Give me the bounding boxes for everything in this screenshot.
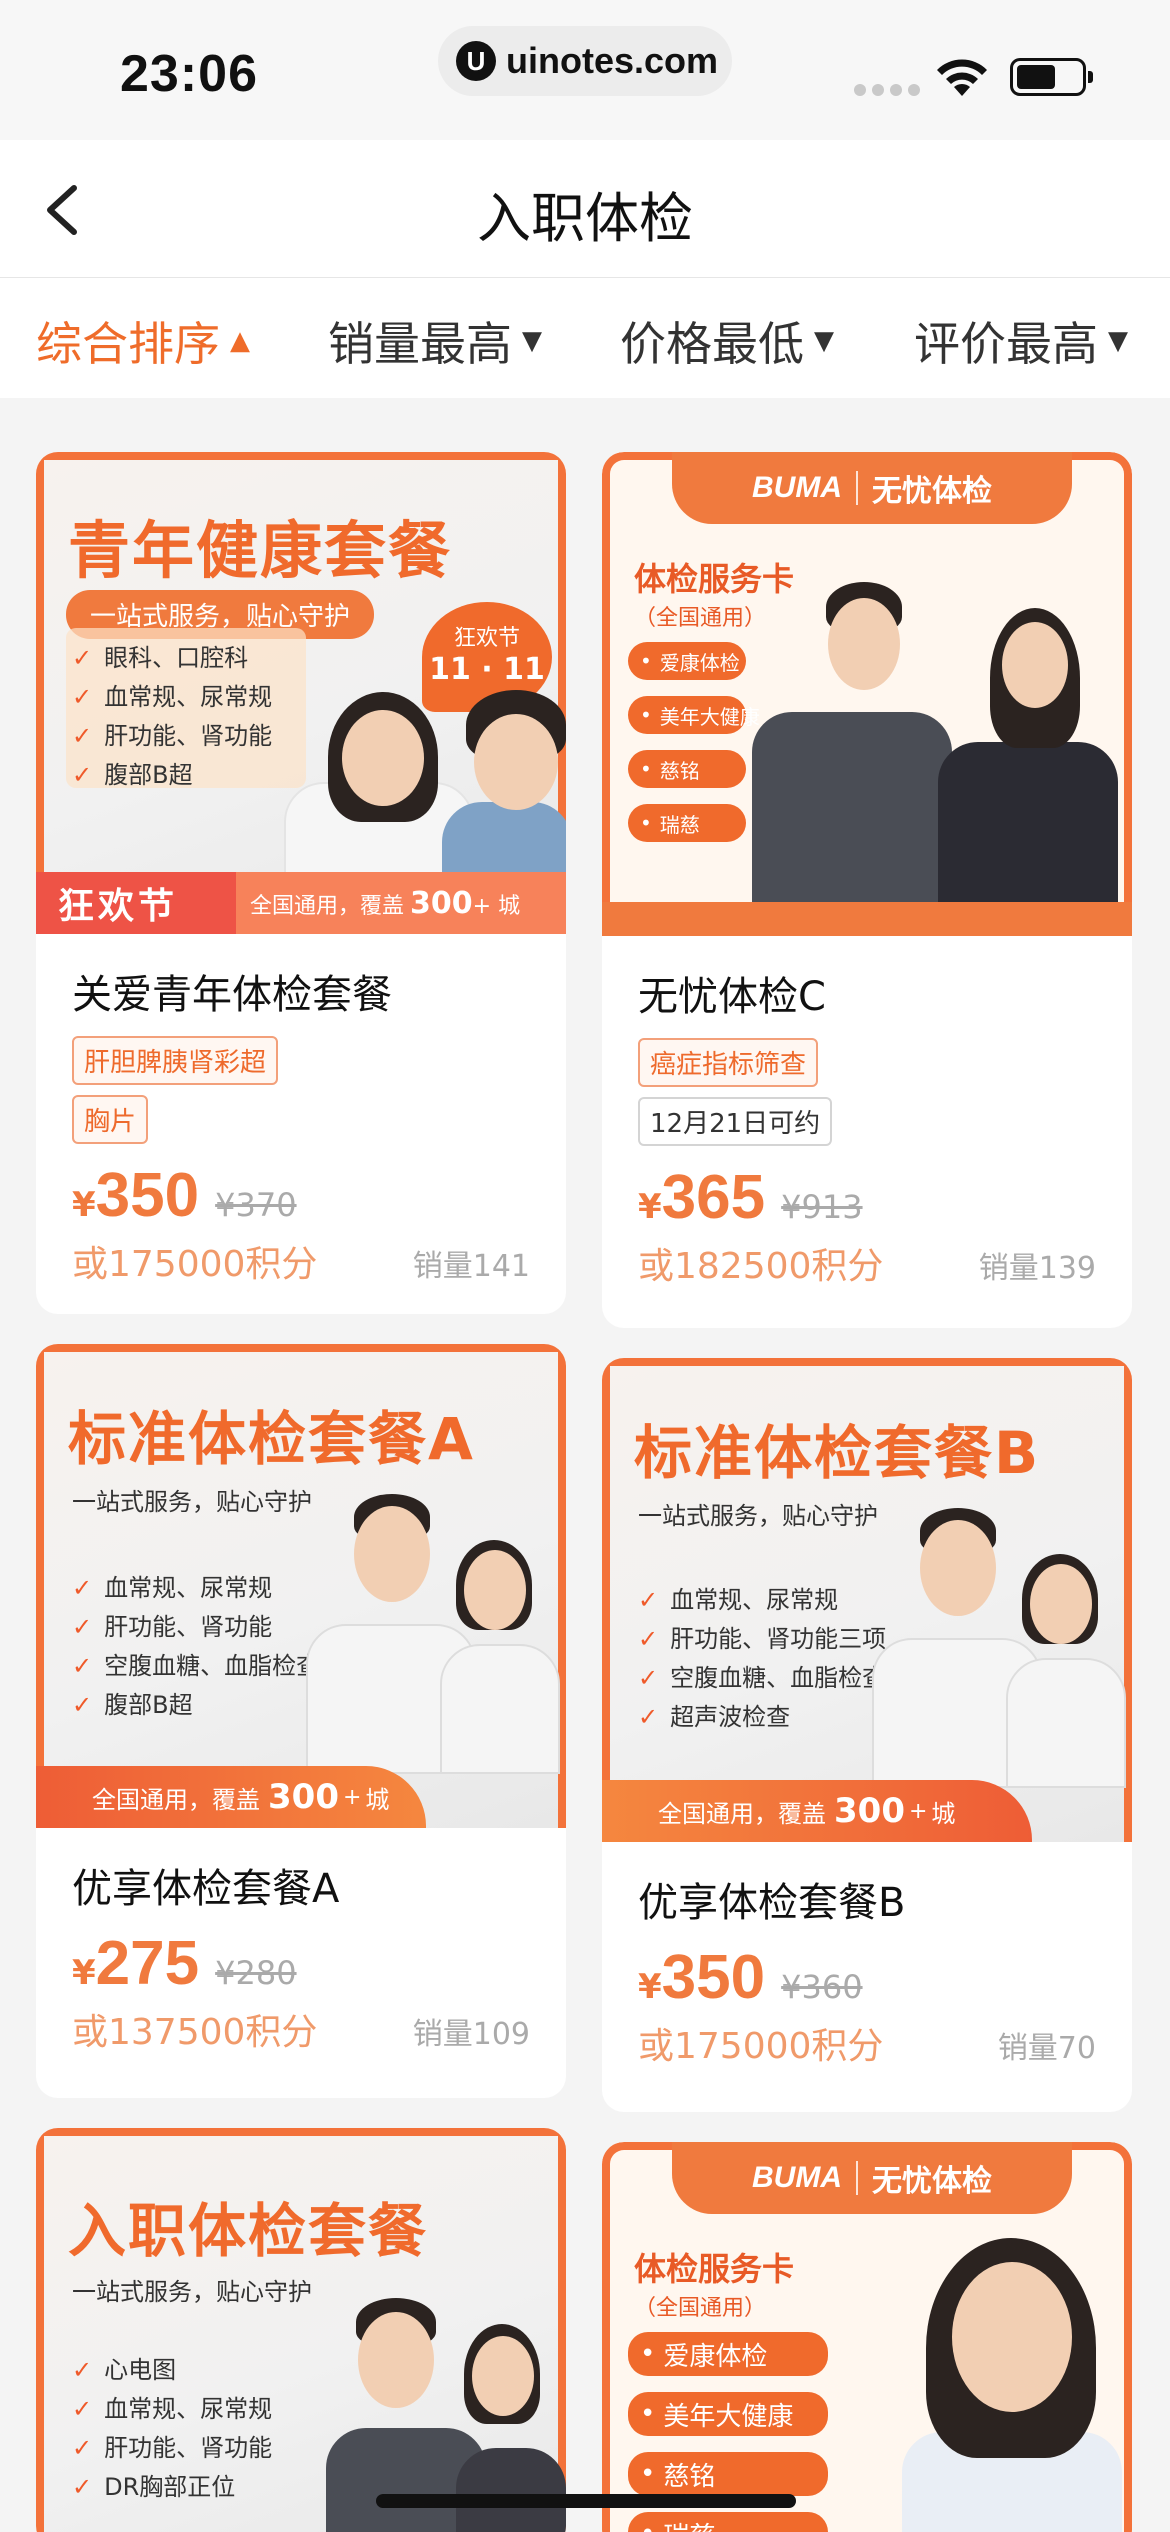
banner-title: 入职体检套餐 bbox=[68, 2197, 429, 2265]
currency-symbol: ¥ bbox=[638, 1967, 662, 2007]
product-banner-image: 标准体检套餐B 一站式服务，贴心守护 血常规、尿常规 肝功能、肾功能三项 空腹血… bbox=[602, 1358, 1132, 1842]
product-price: 275 bbox=[95, 1929, 200, 1998]
product-banner-image: 入职体检套餐 一站式服务，贴心守护 心电图 血常规、尿常规 肝功能、肾功能 DR… bbox=[36, 2128, 566, 2532]
original-price: ¥360 bbox=[781, 1968, 863, 2006]
currency-symbol: ¥ bbox=[638, 1187, 662, 1227]
url-pill[interactable]: U uinotes.com bbox=[438, 26, 732, 96]
product-card[interactable]: 标准体检套餐B 一站式服务，贴心守护 血常规、尿常规 肝功能、肾功能三项 空腹血… bbox=[602, 1358, 1132, 2112]
product-name: 优享体检套餐A bbox=[72, 1866, 340, 1912]
product-card[interactable]: 青年健康套餐 一站式服务，贴心守护 眼科、口腔科 血常规、尿常规 肝功能、肾功能… bbox=[36, 452, 566, 1314]
points-price: 或182500积分 bbox=[638, 1246, 884, 1287]
sort-label: 价格最低 bbox=[620, 317, 804, 371]
banner-title: 标准体检套餐B bbox=[634, 1419, 1041, 1487]
banner-list: 心电图 血常规、尿常规 肝功能、肾功能 DR胸部正位 bbox=[72, 2350, 272, 2506]
banner-list: 血常规、尿常规 肝功能、肾功能 空腹血糖、血脂检查 腹部B超 bbox=[72, 1568, 320, 1724]
product-card[interactable]: 入职体检套餐 一站式服务，贴心守护 心电图 血常规、尿常规 肝功能、肾功能 DR… bbox=[36, 2128, 566, 2532]
sort-rating[interactable]: 评价最高 ▼ bbox=[914, 308, 1128, 374]
feature-tag: 癌症指标筛查 bbox=[638, 1038, 819, 1087]
banner-subtitle: （全国通用） bbox=[634, 2296, 767, 2321]
caret-down-icon: ▼ bbox=[522, 326, 542, 356]
status-time: 23:06 bbox=[120, 45, 258, 103]
banner-subtitle: 一站式服务，贴心守护 bbox=[72, 1488, 312, 1516]
url-text: uinotes.com bbox=[506, 40, 719, 81]
product-banner-image: BUMA 无忧体检 体检服务卡 （全国通用） 爱康体检 美年大健康 慈铭 瑞慈 bbox=[602, 2142, 1132, 2532]
caret-up-icon: ▲ bbox=[230, 326, 250, 356]
product-name: 关爱青年体检套餐 bbox=[72, 972, 392, 1018]
sort-bar: 综合排序 ▲ 销量最高 ▼ 价格最低 ▼ 评价最高 ▼ bbox=[0, 278, 1170, 398]
product-card[interactable]: 标准体检套餐A 一站式服务，贴心守护 血常规、尿常规 肝功能、肾功能 空腹血糖、… bbox=[36, 1344, 566, 2098]
buma-header: BUMA 无忧体检 bbox=[672, 452, 1072, 524]
buma-logo: BUMA bbox=[752, 2161, 842, 2194]
sales-count: 销量70 bbox=[997, 2031, 1096, 2066]
coverage-ribbon: 全国通用，覆盖 300 + 城 bbox=[36, 1766, 426, 1828]
wifi-icon bbox=[937, 59, 987, 96]
points-price: 或137500积分 bbox=[72, 2012, 318, 2053]
sort-sales[interactable]: 销量最高 ▼ bbox=[328, 308, 542, 374]
currency-symbol: ¥ bbox=[72, 1185, 96, 1225]
buma-header: BUMA 无忧体检 bbox=[672, 2142, 1072, 2214]
product-banner-image: 青年健康套餐 一站式服务，贴心守护 眼科、口腔科 血常规、尿常规 肝功能、肾功能… bbox=[36, 452, 566, 934]
product-name: 优享体检套餐B bbox=[638, 1880, 906, 1926]
banner-title: 青年健康套餐 bbox=[68, 514, 453, 587]
currency-symbol: ¥ bbox=[72, 1953, 96, 1993]
product-price: 350 bbox=[661, 1943, 766, 2012]
caret-down-icon: ▼ bbox=[1108, 326, 1128, 356]
feature-tag: 肝胆脾胰肾彩超 bbox=[72, 1036, 279, 1085]
banner-subtitle: 一站式服务，贴心守护 bbox=[72, 2278, 312, 2306]
banner-title: 标准体检套餐A bbox=[68, 1405, 475, 1473]
banner-title: 体检服务卡 bbox=[634, 560, 795, 598]
sort-comprehensive[interactable]: 综合排序 ▲ bbox=[36, 308, 250, 374]
banner-title: 体检服务卡 bbox=[634, 2250, 795, 2288]
banner-subtitle: （全国通用） bbox=[634, 606, 767, 631]
product-name: 无忧体检C bbox=[638, 974, 826, 1020]
sales-count: 销量141 bbox=[412, 1249, 530, 1284]
product-price: 365 bbox=[661, 1163, 766, 1232]
status-bar: 23:06 U uinotes.com bbox=[0, 0, 1170, 140]
product-price: 350 bbox=[95, 1161, 200, 1230]
sort-price[interactable]: 价格最低 ▼ bbox=[620, 308, 834, 374]
banner-list: 眼科、口腔科 血常规、尿常规 肝功能、肾功能 腹部B超 bbox=[72, 638, 272, 794]
original-price: ¥280 bbox=[215, 1954, 297, 1992]
coverage-ribbon: 全国通用，覆盖 300 + 城 bbox=[602, 1780, 1032, 1842]
feature-tag: 胸片 bbox=[72, 1095, 149, 1144]
product-banner-image: BUMA 无忧体检 体检服务卡 （全国通用） 爱康体检 美年大健康 慈铭 瑞慈 bbox=[602, 452, 1132, 936]
points-price: 或175000积分 bbox=[638, 2026, 884, 2067]
points-price: 或175000积分 bbox=[72, 1244, 318, 1285]
availability-tag: 12月21日可约 bbox=[638, 1097, 833, 1146]
original-price: ¥370 bbox=[215, 1186, 297, 1224]
sort-label: 评价最高 bbox=[914, 317, 1098, 371]
battery-icon bbox=[1010, 58, 1093, 96]
product-banner-image: 标准体检套餐A 一站式服务，贴心守护 血常规、尿常规 肝功能、肾功能 空腹血糖、… bbox=[36, 1344, 566, 1828]
banner-subtitle: 一站式服务，贴心守护 bbox=[638, 1502, 878, 1530]
sales-count: 销量139 bbox=[978, 1251, 1096, 1286]
site-logo-icon: U bbox=[456, 41, 496, 81]
signal-icon bbox=[854, 84, 920, 96]
page-title: 入职体检 bbox=[477, 187, 693, 250]
banner-list: 血常规、尿常规 肝功能、肾功能三项 空腹血糖、血脂检查 超声波检查 bbox=[638, 1580, 886, 1736]
sort-label: 综合排序 bbox=[36, 317, 220, 371]
sales-count: 销量109 bbox=[412, 2017, 530, 2052]
product-card[interactable]: BUMA 无忧体检 体检服务卡 （全国通用） 爱康体检 美年大健康 慈铭 瑞慈 … bbox=[602, 452, 1132, 1328]
home-indicator[interactable] bbox=[376, 2494, 796, 2508]
product-card[interactable]: BUMA 无忧体检 体检服务卡 （全国通用） 爱康体检 美年大健康 慈铭 瑞慈 bbox=[602, 2142, 1132, 2532]
nav-bar: 入职体检 bbox=[0, 140, 1170, 278]
sort-label: 销量最高 bbox=[328, 317, 512, 371]
promo-ribbon: 狂欢节 全国通用，覆盖 300+ 城 bbox=[36, 872, 566, 934]
original-price: ¥913 bbox=[781, 1188, 863, 1226]
buma-logo: BUMA bbox=[752, 471, 842, 504]
banner-pill-list: 爱康体检 美年大健康 慈铭 瑞慈 bbox=[628, 642, 760, 858]
caret-down-icon: ▼ bbox=[814, 326, 834, 356]
